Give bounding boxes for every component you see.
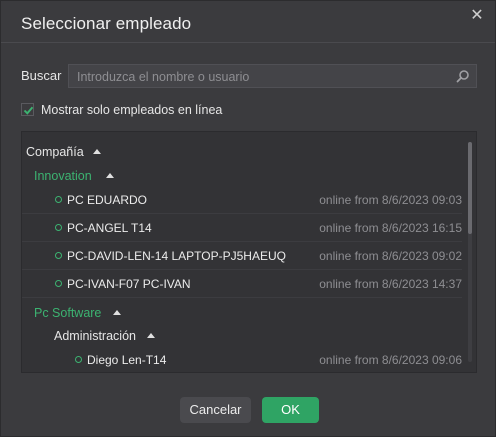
online-only-checkbox[interactable] — [21, 103, 34, 116]
online-status-icon — [55, 224, 62, 231]
company-header: Compañía — [26, 145, 84, 159]
employee-name: Diego Len-T14 — [87, 353, 167, 367]
close-icon[interactable]: ✕ — [469, 8, 485, 24]
cancel-button[interactable]: Cancelar — [180, 397, 251, 423]
employee-status: online from 8/6/2023 09:03 — [319, 193, 462, 207]
group-name: Innovation — [34, 169, 92, 183]
dialog-title: Seleccionar empleado — [21, 14, 192, 33]
employee-row[interactable]: Diego Len-T14 online from 8/6/2023 09:06 — [22, 347, 462, 372]
employee-row[interactable]: PC-DAVID-LEN-14 LAPTOP-PJ5HAEUQ online f… — [22, 243, 462, 270]
search-input[interactable] — [75, 65, 449, 89]
employee-tree: Compañía Innovation PC EDUARDO online fr… — [21, 131, 477, 373]
row-divider — [22, 213, 462, 214]
employee-status: online from 8/6/2023 09:02 — [319, 249, 462, 263]
ok-button[interactable]: OK — [262, 397, 319, 423]
search-icon[interactable] — [456, 69, 470, 83]
employee-row[interactable]: PC-IVAN-F07 PC-IVAN online from 8/6/2023… — [22, 271, 462, 298]
checkmark-icon — [23, 106, 34, 115]
tree-scrollbar[interactable] — [468, 142, 472, 362]
online-only-label: Mostrar solo empleados en línea — [41, 103, 223, 117]
collapse-caret-icon[interactable] — [93, 149, 101, 154]
subgroup-name: Administración — [54, 329, 136, 343]
online-status-icon — [75, 356, 82, 363]
search-label: Buscar — [21, 68, 62, 83]
collapse-caret-icon[interactable] — [106, 173, 114, 178]
row-divider — [22, 269, 462, 270]
title-divider — [1, 42, 495, 43]
employee-name: PC EDUARDO — [67, 193, 148, 207]
collapse-caret-icon[interactable] — [113, 310, 121, 315]
collapse-caret-icon[interactable] — [147, 333, 155, 338]
online-status-icon — [55, 280, 62, 287]
select-employee-dialog: Seleccionar empleado ✕ Buscar Mostrar so… — [0, 0, 496, 437]
row-divider — [22, 241, 462, 242]
search-box[interactable] — [68, 64, 477, 89]
online-status-icon — [55, 196, 62, 203]
group-name: Pc Software — [34, 306, 102, 320]
employee-row[interactable]: PC-ANGEL T14 online from 8/6/2023 16:15 — [22, 215, 462, 242]
employee-status: online from 8/6/2023 16:15 — [319, 221, 462, 235]
employee-status: online from 8/6/2023 09:06 — [319, 353, 462, 367]
employee-name: PC-ANGEL T14 — [67, 221, 152, 235]
tree-row-company[interactable]: Compañía — [22, 140, 462, 167]
row-divider — [22, 297, 462, 298]
scrollbar-thumb[interactable] — [468, 142, 472, 234]
employee-row[interactable]: PC EDUARDO online from 8/6/2023 09:03 — [22, 187, 462, 214]
employee-name: PC-DAVID-LEN-14 LAPTOP-PJ5HAEUQ — [67, 249, 286, 263]
employee-status: online from 8/6/2023 14:37 — [319, 277, 462, 291]
employee-name: PC-IVAN-F07 PC-IVAN — [67, 277, 191, 291]
online-status-icon — [55, 252, 62, 259]
